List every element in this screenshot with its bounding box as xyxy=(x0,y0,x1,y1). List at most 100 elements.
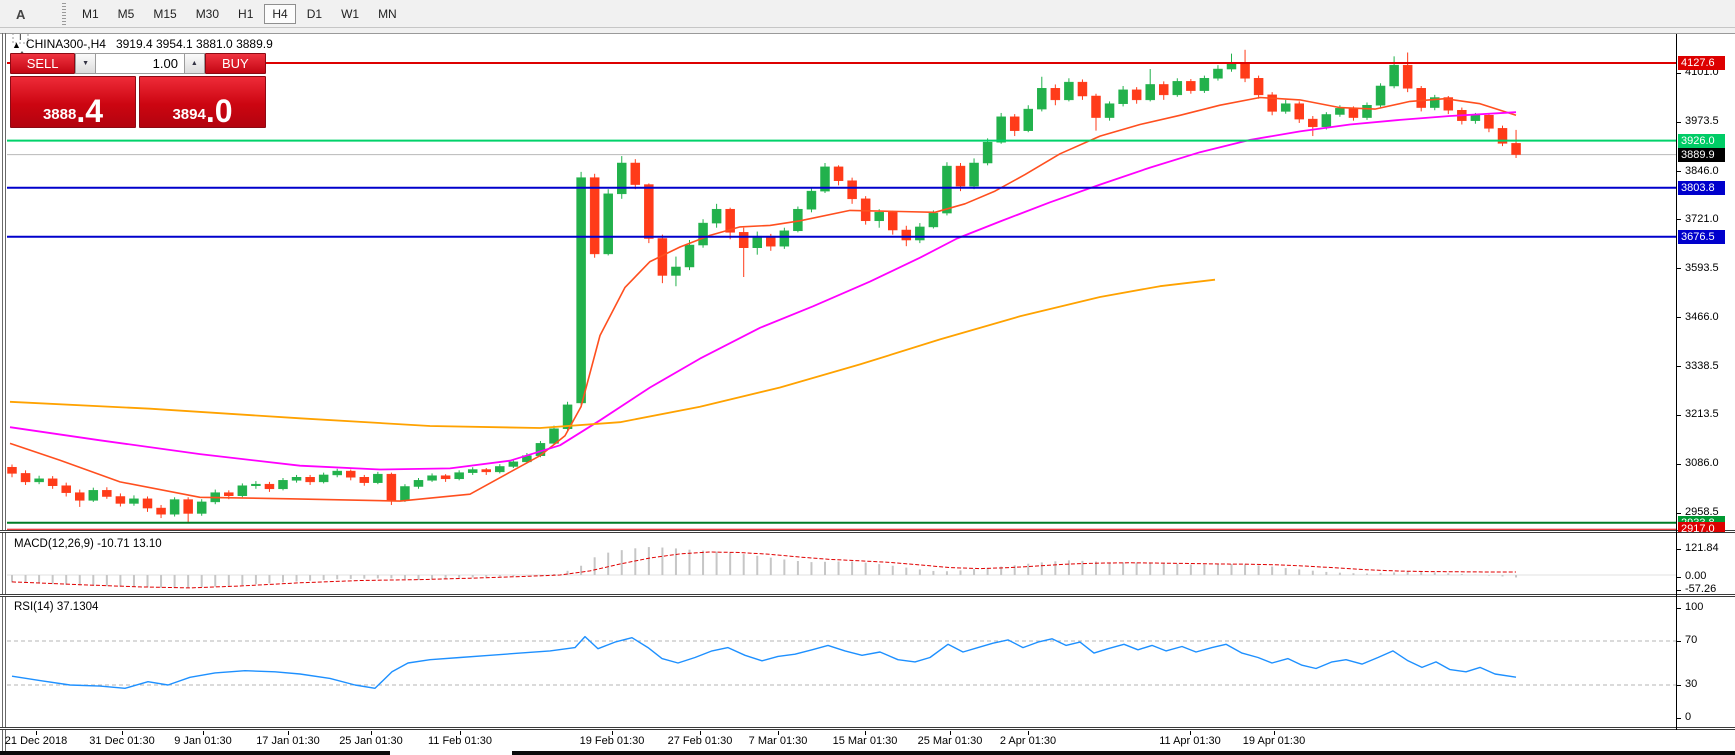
timeframe-button-MN[interactable]: MN xyxy=(370,4,405,24)
price-axis-label: 3213.5 xyxy=(1685,408,1719,420)
hline-price-label: 3803.8 xyxy=(1678,181,1725,195)
hline-price-label: 3676.5 xyxy=(1678,230,1725,244)
date-label: 2 Apr 01:30 xyxy=(1000,735,1056,747)
rsi-canvas[interactable] xyxy=(7,597,1676,727)
macd-axis: 121.84 0.00-57.26 xyxy=(1677,533,1735,594)
date-label: 27 Feb 01:30 xyxy=(668,735,733,747)
bid-price-label: 3889.9 xyxy=(1678,148,1725,162)
timeframe-button-H4[interactable]: H4 xyxy=(264,4,295,24)
rsi-label: RSI(14) 37.1304 xyxy=(14,601,98,613)
macd-tick-mark xyxy=(1677,590,1681,591)
price-axis-label: 3593.5 xyxy=(1685,262,1719,274)
volume-increase-button[interactable]: ▲ xyxy=(184,53,205,74)
chart-title: ▲CHINA300-,H43919.4 3954.1 3881.0 3889.9 xyxy=(12,37,273,51)
date-label: 9 Jan 01:30 xyxy=(174,735,232,747)
pane-divider xyxy=(0,727,1735,730)
timeframe-button-M30[interactable]: M30 xyxy=(188,4,227,24)
macd-canvas[interactable] xyxy=(7,533,1676,594)
hline-price-label: 2917.0 xyxy=(1678,522,1725,532)
date-label: 15 Mar 01:30 xyxy=(833,735,898,747)
date-label: 25 Mar 01:30 xyxy=(918,735,983,747)
rsi-axis-label: 0 xyxy=(1685,711,1691,723)
buy-price-main: 3894 xyxy=(172,108,205,121)
date-label: 17 Jan 01:30 xyxy=(256,735,320,747)
price-tick-mark xyxy=(1677,171,1681,172)
ma-fast-line xyxy=(10,98,1516,502)
buy-button[interactable]: BUY xyxy=(205,53,266,74)
macd-label: MACD(12,26,9) -10.71 13.10 xyxy=(14,538,162,550)
date-label: 25 Jan 01:30 xyxy=(339,735,403,747)
rsi-axis-label: 30 xyxy=(1685,678,1697,690)
buy-price-tile[interactable]: 3894.0 xyxy=(139,76,266,128)
price-tick-mark xyxy=(1677,464,1681,465)
sell-price-pips: .4 xyxy=(76,99,103,123)
price-tick-mark xyxy=(1677,317,1681,318)
timeframe-button-M15[interactable]: M15 xyxy=(145,4,184,24)
price-axis-label: 3086.0 xyxy=(1685,457,1719,469)
date-label: 11 Feb 01:30 xyxy=(428,735,492,747)
price-axis-label: 3721.0 xyxy=(1685,213,1719,225)
toolbar-drag-handle[interactable] xyxy=(62,3,66,25)
window-left-border xyxy=(2,33,3,751)
sell-price-main: 3888 xyxy=(43,108,76,121)
date-label: 19 Apr 01:30 xyxy=(1243,735,1305,747)
date-label: 19 Feb 01:30 xyxy=(580,735,645,747)
date-label: 7 Mar 01:30 xyxy=(749,735,808,747)
price-tick-mark xyxy=(1677,219,1681,220)
rsi-axis-label: 100 xyxy=(1685,601,1703,613)
macd-signal-line xyxy=(12,552,1516,588)
price-tick-mark xyxy=(1677,73,1681,74)
rsi-tick-mark xyxy=(1677,608,1681,609)
macd-tick-mark xyxy=(1677,549,1681,550)
sell-price-tile[interactable]: 3888.4 xyxy=(10,76,136,128)
toolbar: EFAT▼ M1M5M15M30H1H4D1W1MN xyxy=(0,0,1735,28)
price-tick-mark xyxy=(1677,513,1681,514)
timeframe-button-H1[interactable]: H1 xyxy=(230,4,261,24)
fibonacci-retracement-tool-icon: F xyxy=(11,0,31,1)
timeframe-button-D1[interactable]: D1 xyxy=(299,4,330,24)
svg-text:A: A xyxy=(16,7,26,22)
rsi-axis-label: 70 xyxy=(1685,634,1697,646)
price-tick-mark xyxy=(1677,366,1681,367)
collapse-arrow-icon[interactable]: ▲ xyxy=(12,40,21,50)
date-label: 31 Dec 01:30 xyxy=(89,735,154,747)
text-tool-icon: A xyxy=(11,5,31,23)
one-click-trading-panel: SELL ▼ ▲ BUY 3888.4 3894.0 xyxy=(10,53,266,128)
rsi-tick-mark xyxy=(1677,718,1681,719)
price-tick-mark xyxy=(1677,415,1681,416)
timeframe-button-M1[interactable]: M1 xyxy=(74,4,107,24)
buy-price-pips: .0 xyxy=(206,99,233,123)
price-axis-label: 3973.5 xyxy=(1685,115,1719,127)
price-axis-label: 3466.0 xyxy=(1685,311,1719,323)
price-tick-mark xyxy=(1677,268,1681,269)
volume-decrease-button[interactable]: ▼ xyxy=(75,53,96,74)
bottom-bar-right xyxy=(512,751,1735,755)
rsi-tick-mark xyxy=(1677,685,1681,686)
timeframe-group: M1M5M15M30H1H4D1W1MN xyxy=(74,4,408,24)
macd-tick-mark xyxy=(1677,577,1681,578)
window-left-border-inner xyxy=(5,33,6,751)
ma-mid-line xyxy=(10,112,1516,469)
date-label: 21 Dec 2018 xyxy=(5,735,67,747)
timeframe-button-W1[interactable]: W1 xyxy=(333,4,367,24)
time-axis[interactable]: 21 Dec 2018 31 Dec 01:30 9 Jan 01:30 17 Jan… xyxy=(0,731,1735,751)
macd-axis-label: 0.00 xyxy=(1685,570,1706,582)
bottom-bar-left xyxy=(0,751,390,755)
date-label: 11 Apr 01:30 xyxy=(1159,735,1221,747)
price-axis-label: 3846.0 xyxy=(1685,165,1719,177)
rsi-axis: 100 70 30 0 xyxy=(1677,597,1735,727)
price-tick-mark xyxy=(1677,122,1681,123)
ma-slow-line xyxy=(10,280,1215,428)
macd-axis-label: -57.26 xyxy=(1685,583,1716,595)
text-tool[interactable]: A xyxy=(6,3,36,25)
price-axis[interactable]: 4101.03973.53846.03721.03593.53466.03338… xyxy=(1677,34,1735,532)
timeframe-button-M5[interactable]: M5 xyxy=(110,4,143,24)
volume-input[interactable] xyxy=(96,53,184,74)
hline-price-label: 4127.6 xyxy=(1678,56,1725,70)
symbol-period-label: CHINA300-,H4 xyxy=(26,37,106,51)
macd-histogram xyxy=(12,547,1516,588)
macd-axis-label: 121.84 xyxy=(1685,542,1719,554)
rsi-tick-mark xyxy=(1677,641,1681,642)
sell-button[interactable]: SELL xyxy=(10,53,75,74)
svg-text:F: F xyxy=(24,0,28,1)
